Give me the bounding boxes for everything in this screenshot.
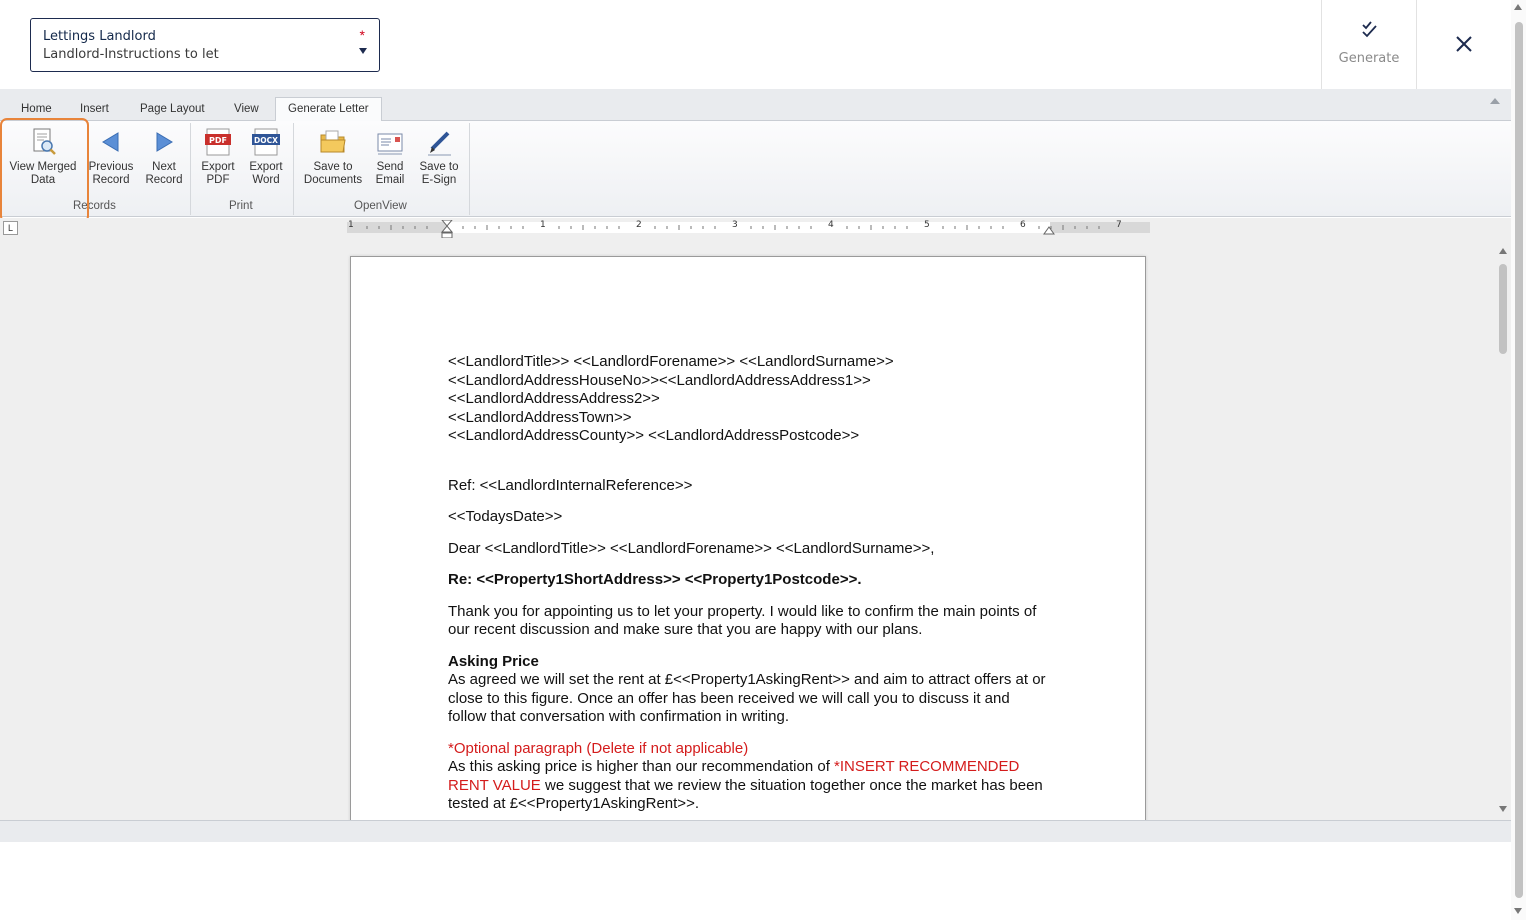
scroll-up-icon[interactable] (1499, 248, 1507, 254)
ruler-number: 3 (732, 220, 738, 230)
double-check-icon (1362, 21, 1377, 38)
asking-price-heading: Asking Price (448, 652, 539, 670)
ruler-number: 6 (1020, 220, 1026, 230)
folder-icon (320, 130, 346, 153)
pdf-icon-text: PDF (209, 136, 227, 145)
next-line2: Record (145, 174, 183, 186)
generate-button[interactable]: Generate (1321, 0, 1417, 89)
document-scrollbar[interactable] (1495, 246, 1511, 816)
export-pdf-line1: Export (201, 161, 235, 173)
close-icon (1456, 36, 1472, 52)
address-line: <<LandlordAddressHouseNo>><<LandlordAddr… (448, 371, 871, 389)
chevron-down-icon[interactable] (359, 48, 367, 54)
highlight-outline (0, 118, 89, 223)
re-line: Re: <<Property1ShortAddress>> <<Property… (448, 571, 862, 588)
required-marker: * (359, 27, 365, 43)
group-divider (469, 123, 470, 215)
save-esign-line1: Save to (419, 161, 459, 173)
ruler-ticks (366, 225, 1100, 230)
ruler-number: 7 (1116, 220, 1122, 230)
letter-body[interactable]: <<LandlordTitle>> <<LandlordForename>> <… (448, 353, 1048, 814)
send-email-line2: Email (375, 174, 405, 186)
template-select[interactable]: Lettings Landlord Landlord-Instructions … (30, 18, 380, 72)
left-indent-marker[interactable] (440, 220, 454, 240)
document-page[interactable]: <<LandlordTitle>> <<LandlordForename>> <… (350, 256, 1146, 820)
ruler-number: 2 (636, 220, 642, 230)
pen-icon (428, 131, 451, 156)
header-bar: Lettings Landlord Landlord-Instructions … (0, 0, 1511, 89)
group-label-print: Print (229, 200, 253, 212)
reference-line: Ref: <<LandlordInternalReference>> (448, 476, 693, 494)
date-line: <<TodaysDate>> (448, 508, 563, 525)
ruler-number: 4 (828, 220, 834, 230)
email-icon (377, 133, 403, 155)
docx-icon-text: DOCX (254, 136, 278, 145)
tab-stop-selector[interactable]: L (3, 221, 18, 235)
salutation: Dear <<LandlordTitle>> <<LandlordForenam… (448, 539, 935, 557)
export-word-line2: Word (252, 174, 280, 186)
export-word-line1: Export (249, 161, 283, 173)
optional-text-before: As this asking price is higher than our … (448, 758, 835, 775)
asking-price-paragraph: As agreed we will set the rent at £<<Pro… (448, 671, 1046, 725)
tab-home[interactable]: Home (21, 103, 52, 115)
ruler-number: 5 (924, 220, 930, 230)
save-to-documents-button[interactable]: Save to Documents (299, 127, 367, 187)
address-line: <<LandlordAddressAddress2>> (448, 390, 660, 407)
page-scrollbar[interactable] (1511, 0, 1526, 920)
ribbon-body: View Merged Data Previous Record Next Re… (0, 121, 1511, 217)
address-line: <<LandlordAddressTown>> (448, 408, 632, 426)
ruler-number: 1 (348, 220, 354, 230)
template-select-value: Landlord-Instructions to let (43, 47, 219, 62)
tab-insert[interactable]: Insert (80, 103, 109, 115)
previous-line2: Record (92, 174, 130, 186)
export-pdf-button[interactable]: PDF Export PDF (196, 127, 240, 187)
close-button[interactable] (1440, 22, 1486, 66)
scroll-thumb[interactable] (1499, 264, 1507, 354)
save-docs-line2: Documents (303, 174, 363, 186)
next-line1: Next (152, 161, 176, 173)
send-email-button[interactable]: Send Email (370, 127, 410, 187)
document-area: <<LandlordTitle>> <<LandlordForename>> <… (0, 238, 1511, 820)
ruler-number: 1 (540, 220, 546, 230)
address-line: <<LandlordTitle>> <<LandlordForename>> <… (448, 353, 894, 370)
template-select-label: Lettings Landlord (43, 29, 156, 44)
arrow-left-icon (102, 132, 119, 152)
group-divider (293, 123, 294, 215)
scroll-thumb[interactable] (1515, 22, 1523, 898)
collapse-ribbon-icon[interactable] (1490, 98, 1500, 104)
tab-generate-letter[interactable]: Generate Letter (275, 97, 382, 122)
save-to-esign-button[interactable]: Save to E-Sign (415, 127, 463, 187)
pdf-icon: PDF (205, 128, 231, 156)
previous-record-button[interactable]: Previous Record (86, 127, 136, 187)
scroll-down-icon[interactable] (1514, 908, 1522, 914)
scroll-up-icon[interactable] (1514, 4, 1522, 10)
optional-heading: *Optional paragraph (Delete if not appli… (448, 739, 749, 757)
ruler-row: L 1 1 2 3 4 5 6 7 (0, 218, 1511, 240)
previous-line1: Previous (88, 161, 134, 173)
status-bar (0, 820, 1511, 842)
intro-paragraph: Thank you for appointing us to let your … (448, 602, 1037, 639)
address-line: <<LandlordAddressCounty>> <<LandlordAddr… (448, 427, 860, 444)
tab-view[interactable]: View (234, 103, 259, 115)
docx-icon: DOCX (252, 128, 280, 156)
export-word-button[interactable]: DOCX Export Word (244, 127, 288, 187)
send-email-line1: Send (376, 161, 404, 173)
ribbon-tabs: Home Insert Page Layout View Generate Le… (0, 89, 1511, 122)
arrow-right-icon (156, 132, 173, 152)
scroll-down-icon[interactable] (1499, 806, 1507, 812)
next-record-button[interactable]: Next Record (140, 127, 188, 187)
save-docs-line1: Save to (313, 161, 353, 173)
horizontal-ruler[interactable]: 1 1 2 3 4 5 6 7 (347, 220, 1150, 233)
right-indent-marker[interactable] (1042, 224, 1056, 236)
generate-label: Generate (1338, 51, 1400, 66)
tab-page-layout[interactable]: Page Layout (140, 103, 205, 115)
save-esign-line2: E-Sign (421, 174, 457, 186)
group-label-openview: OpenView (354, 200, 407, 212)
optional-paragraph: As this asking price is higher than our … (448, 758, 1048, 814)
group-divider (190, 123, 191, 215)
export-pdf-line2: PDF (206, 174, 230, 186)
